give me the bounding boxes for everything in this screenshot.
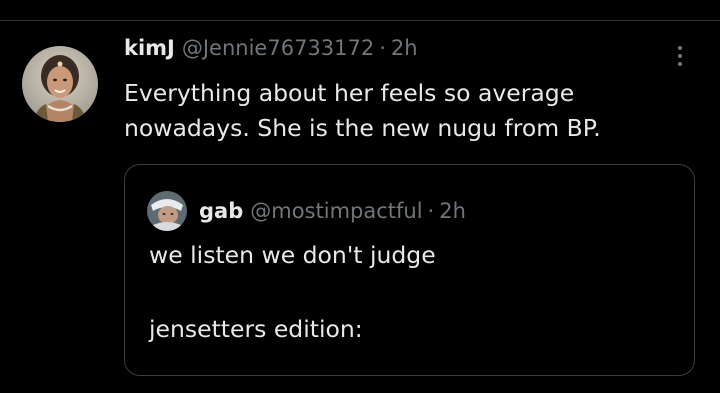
quote-text-line: we listen we don't judge	[149, 241, 436, 269]
avatar-image	[22, 46, 98, 122]
tweet-text: Everything about her feels so average no…	[124, 79, 601, 142]
quote-avatar-image	[147, 191, 187, 231]
quote-user-handle[interactable]: @mostimpactful	[250, 199, 422, 223]
more-options-button[interactable]	[668, 39, 692, 73]
quote-tweet-card[interactable]: gab @mostimpactful · 2h we listen we don…	[124, 164, 695, 376]
quote-display-name[interactable]: gab	[199, 199, 243, 223]
quote-avatar[interactable]	[147, 191, 187, 231]
more-vertical-icon-dot	[678, 54, 682, 58]
quote-header: gab @mostimpactful · 2h	[147, 191, 466, 231]
more-vertical-icon-dot	[678, 62, 682, 66]
quote-separator-dot: ·	[427, 199, 435, 223]
display-name[interactable]: kimJ	[124, 36, 175, 60]
timestamp[interactable]: 2h	[391, 36, 418, 60]
user-handle[interactable]: @Jennie76733172	[182, 36, 374, 60]
quote-text: we listen we don't judge jensetters edit…	[149, 237, 679, 348]
more-vertical-icon	[678, 46, 682, 50]
quote-text-line: jensetters edition:	[149, 315, 363, 343]
separator-dot: ·	[379, 36, 386, 60]
avatar[interactable]	[22, 46, 98, 122]
quote-timestamp[interactable]: 2h	[439, 199, 466, 223]
tweet-header: kimJ @Jennie76733172 · 2h	[124, 36, 418, 66]
tweet[interactable]: kimJ @Jennie76733172 · 2h Everything abo…	[0, 21, 720, 393]
